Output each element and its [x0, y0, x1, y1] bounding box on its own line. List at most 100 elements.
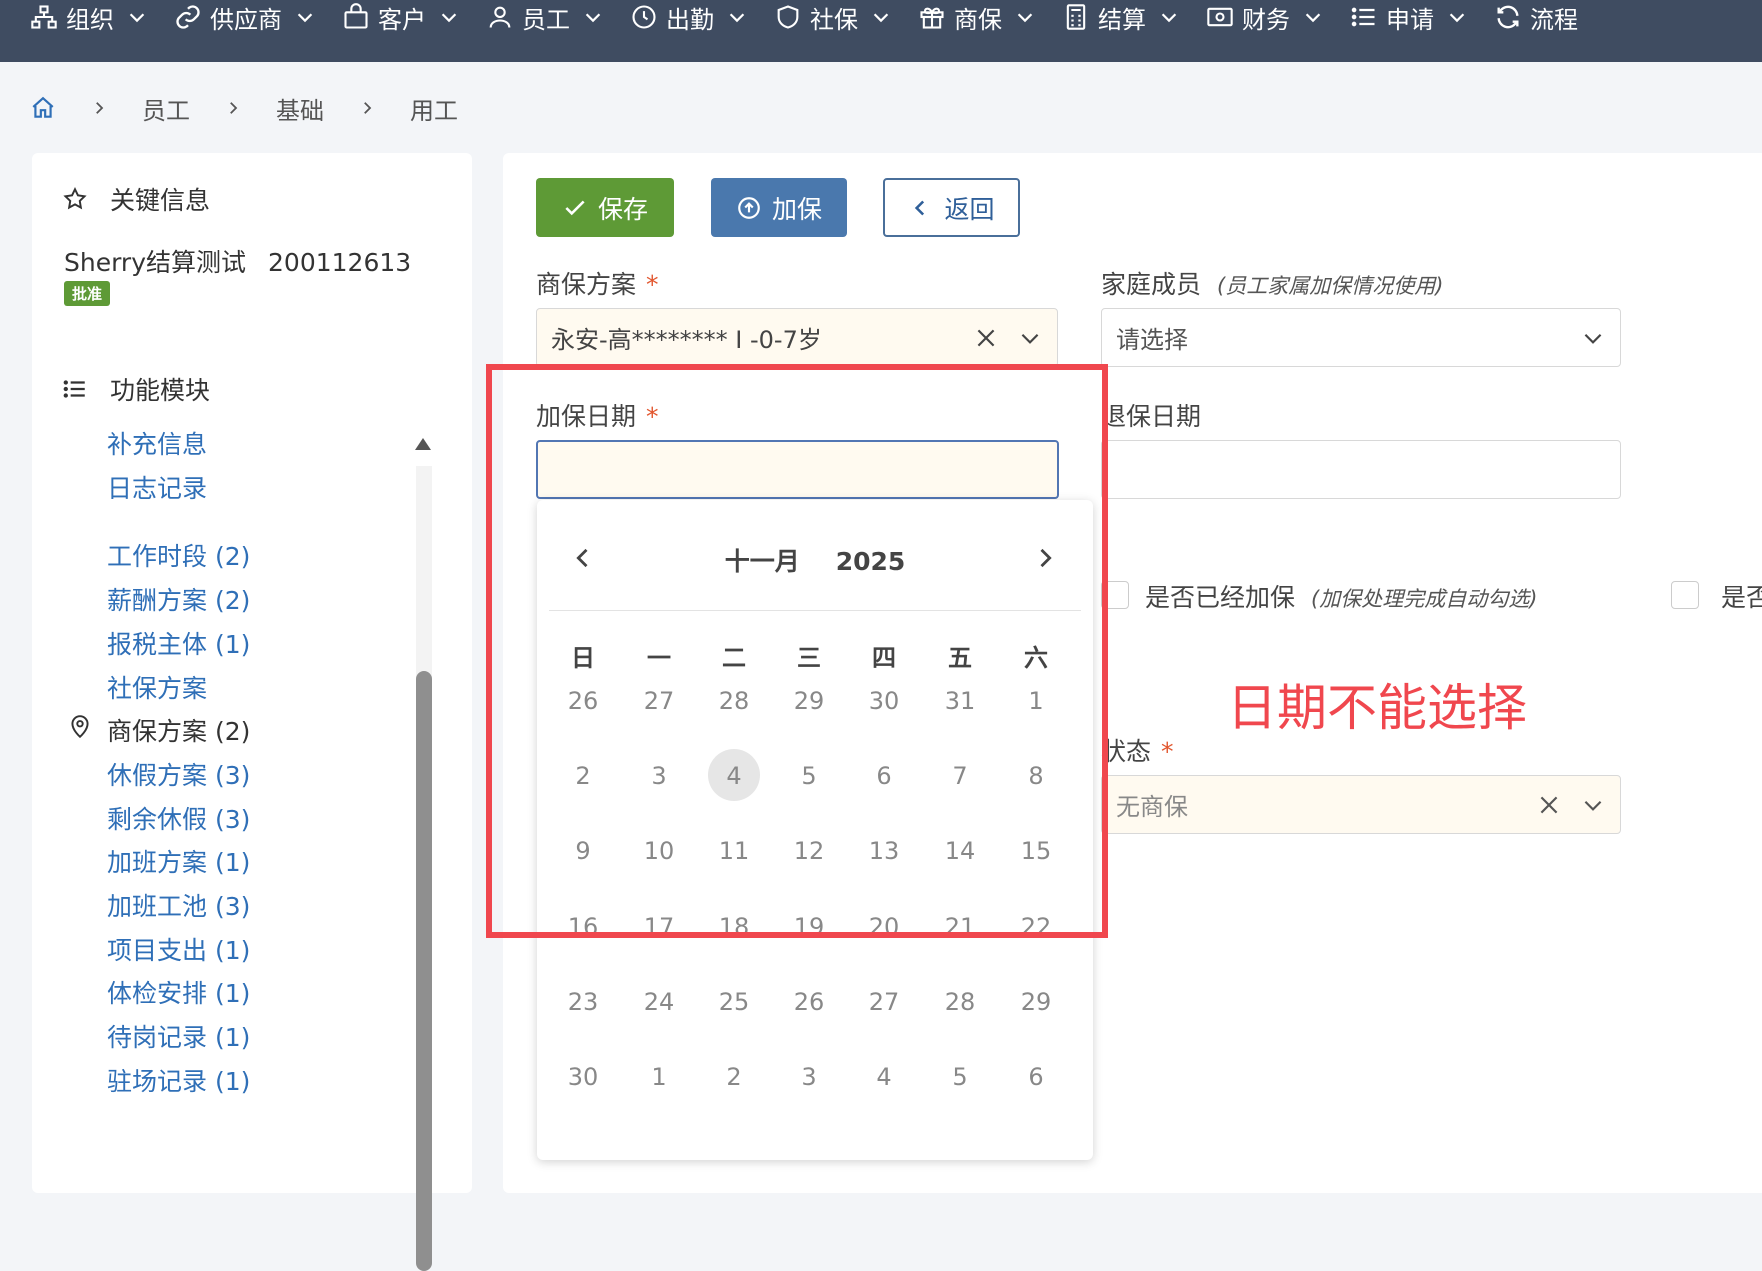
calendar-day: 10: [643, 837, 675, 865]
module-item-label: 驻场记录 (1): [107, 1067, 251, 1096]
chevron-down-icon: [870, 6, 892, 28]
module-item[interactable]: 补充信息: [107, 425, 207, 461]
module-item[interactable]: 社保方案: [107, 669, 207, 705]
clock-icon: [630, 3, 658, 31]
scroll-up-arrow-icon[interactable]: [414, 436, 432, 450]
calendar-day: 28: [718, 687, 750, 715]
already-added-checkbox[interactable]: [1101, 581, 1129, 609]
second-checkbox[interactable]: [1671, 581, 1699, 609]
clear-icon[interactable]: [1536, 792, 1562, 818]
plan-select-value: 永安-高******** Ⅰ -0-7岁: [551, 326, 822, 354]
breadcrumb-item-employment: 用工: [410, 96, 458, 125]
chevron-right-icon: [358, 99, 376, 117]
module-item[interactable]: 加班方案 (1): [107, 843, 250, 879]
home-icon[interactable]: [30, 95, 56, 121]
nav-item-label: 申请: [1386, 5, 1434, 34]
year-label[interactable]: 2025: [836, 547, 906, 576]
next-month-icon[interactable]: [1031, 544, 1059, 572]
calendar-day: 26: [567, 687, 599, 715]
month-label[interactable]: 十一月: [725, 547, 800, 576]
module-item[interactable]: 工作时段 (2): [107, 537, 250, 573]
nav-item-10[interactable]: 流程: [1494, 0, 1578, 34]
nav-item-4[interactable]: 出勤: [630, 0, 748, 34]
nav-item-5[interactable]: 社保: [774, 0, 892, 34]
add-date-input[interactable]: [536, 440, 1059, 499]
calendar-day: 12: [793, 837, 825, 865]
bag-icon: [342, 3, 370, 31]
module-item[interactable]: 加班工池 (3): [107, 887, 250, 923]
chevron-down-icon[interactable]: [1017, 325, 1043, 351]
nav-item-label: 社保: [810, 5, 858, 34]
chevron-down-icon: [1158, 6, 1180, 28]
required-mark: *: [1161, 737, 1174, 766]
nav-item-7[interactable]: 结算: [1062, 0, 1180, 34]
scroll-thumb[interactable]: [416, 671, 432, 1271]
nav-item-9[interactable]: 申请: [1350, 0, 1468, 34]
required-mark: *: [646, 270, 659, 299]
calculator-icon: [1062, 3, 1090, 31]
breadcrumb-item-basic[interactable]: 基础: [276, 91, 324, 126]
calendar-day: 2: [575, 762, 591, 790]
calendar-day: 28: [944, 988, 976, 1016]
nav-item-label: 流程: [1530, 5, 1578, 34]
location-pin-icon: [67, 714, 93, 740]
calendar-day: 26: [793, 988, 825, 1016]
breadcrumb-item-employee[interactable]: 员工: [142, 91, 190, 126]
module-item[interactable]: 日志记录: [107, 469, 207, 505]
already-added-label-text: 是否已经加保: [1145, 583, 1296, 612]
status-select[interactable]: 无商保: [1101, 775, 1621, 834]
add-insurance-button[interactable]: 加保: [711, 178, 847, 237]
calendar-day: 7: [952, 762, 968, 790]
calendar-day: 15: [1020, 837, 1052, 865]
nav-item-6[interactable]: 商保: [918, 0, 1036, 34]
nav-item-2[interactable]: 客户: [342, 0, 460, 34]
nav-item-label: 客户: [378, 5, 426, 34]
module-item[interactable]: 体检安排 (1): [107, 974, 250, 1010]
add-date-label-text: 加保日期: [536, 402, 637, 431]
save-button[interactable]: 保存: [536, 178, 674, 237]
sitemap-icon: [30, 3, 58, 31]
module-item[interactable]: 报税主体 (1): [107, 625, 250, 661]
plan-select[interactable]: 永安-高******** Ⅰ -0-7岁: [536, 308, 1058, 367]
calendar-day: 11: [718, 837, 750, 865]
calendar-day: 20: [868, 913, 900, 941]
date-picker-title: 十一月 2025: [537, 542, 1093, 578]
calendar-day: 23: [567, 988, 599, 1016]
chevron-down-icon: [726, 6, 748, 28]
calendar-day: 16: [567, 913, 599, 941]
module-item-label: 待岗记录 (1): [107, 1023, 251, 1052]
module-item[interactable]: 薪酬方案 (2): [107, 581, 250, 617]
list-icon: [1350, 3, 1378, 31]
module-item[interactable]: 驻场记录 (1): [107, 1062, 250, 1098]
module-item-label: 项目支出 (1): [107, 936, 251, 965]
chevron-down-icon: [1014, 6, 1036, 28]
modules-title: 功能模块: [110, 376, 211, 405]
calendar-day: 9: [575, 837, 591, 865]
calendar-day: 21: [944, 913, 976, 941]
employee-info: Sherry结算测试 200112613: [64, 243, 411, 279]
back-button[interactable]: 返回: [883, 178, 1020, 237]
withdraw-date-input[interactable]: [1101, 440, 1621, 499]
module-scrollbar[interactable]: [412, 436, 434, 1271]
nav-item-label: 员工: [522, 5, 570, 34]
module-item[interactable]: 商保方案 (2): [71, 712, 251, 748]
module-item[interactable]: 待岗记录 (1): [107, 1018, 250, 1054]
family-select-placeholder: 请选择: [1116, 326, 1188, 354]
calendar-day: 17: [643, 913, 675, 941]
nav-item-3[interactable]: 员工: [486, 0, 604, 34]
nav-item-0[interactable]: 组织: [30, 0, 148, 34]
clear-icon[interactable]: [973, 325, 999, 351]
calendar-day: 1: [651, 1063, 667, 1091]
shield-icon: [774, 3, 802, 31]
nav-item-8[interactable]: 财务: [1206, 0, 1324, 34]
family-select[interactable]: 请选择: [1101, 308, 1621, 367]
module-item[interactable]: 项目支出 (1): [107, 931, 250, 967]
nav-item-1[interactable]: 供应商: [174, 0, 316, 34]
module-item[interactable]: 休假方案 (3): [107, 756, 250, 792]
left-panel: 关键信息 Sherry结算测试 200112613 批准 功能模块 补充信息 日志记…: [32, 153, 472, 1271]
module-item-label: 商保方案 (2): [107, 717, 251, 746]
module-item[interactable]: 剩余休假 (3): [107, 800, 250, 836]
employee-name: Sherry结算测试: [64, 248, 247, 277]
chevron-down-icon[interactable]: [1580, 792, 1606, 818]
chevron-down-icon[interactable]: [1580, 325, 1606, 351]
